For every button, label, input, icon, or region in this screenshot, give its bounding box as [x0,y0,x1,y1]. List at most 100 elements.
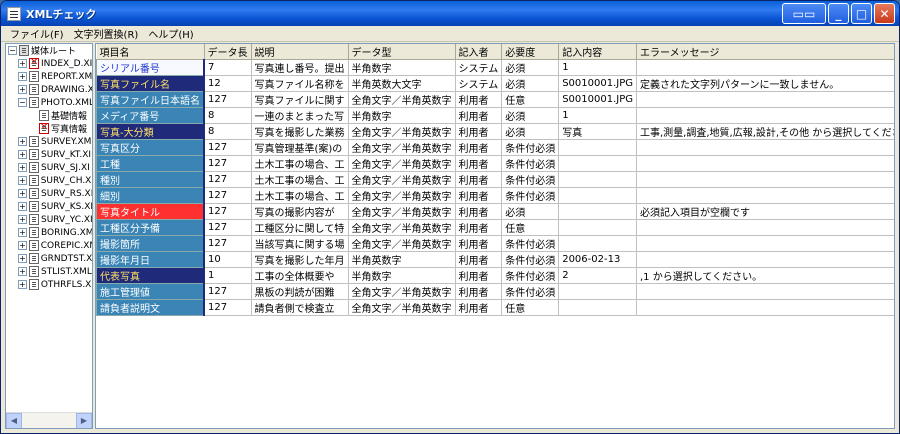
table-cell[interactable]: 条件付必須 [501,187,560,204]
table-cell[interactable]: 条件付必須 [501,171,560,188]
tree-node[interactable]: + SURVEY.XM [6,135,92,148]
item-name-cell[interactable]: 細別 [96,187,205,204]
column-header[interactable]: 必要度 [501,44,560,60]
window-extra-button[interactable]: ▭▭ [782,3,826,24]
item-name-cell[interactable]: メディア番号 [96,107,205,124]
menu-replace[interactable]: 文字列置換(R) [69,26,144,41]
table-cell[interactable]: 全角文字／半角英数字 [348,139,456,156]
table-cell[interactable]: 利用者 [455,235,503,252]
column-header[interactable]: 記入内容 [558,44,637,60]
table-cell[interactable]: 全角文字／半角英数字 [348,171,456,188]
table-row[interactable]: 工種 127 土木工事の場合、工 全角文字／半角英数字 利用者 条件付必須 [96,155,894,172]
column-header[interactable]: データ型 [348,44,456,60]
table-cell[interactable]: 請負者側で検査立 [251,299,349,316]
table-cell[interactable]: 127 [204,155,252,172]
table-cell[interactable] [636,235,894,252]
table-cell[interactable]: 条件付必須 [501,139,560,156]
table-cell[interactable]: 写真ファイル名称を [251,75,349,92]
table-cell[interactable]: 写真管理基準(案)の [251,139,349,156]
tree-node[interactable]: + SURV_YC.XI [6,213,92,226]
table-cell[interactable]: 工事,測量,調査,地質,広報,設計,その他 から選択してください。 [636,123,894,140]
expand-icon[interactable]: + [18,72,27,81]
table-cell[interactable]: 8 [204,123,252,140]
table-row[interactable]: 撮影箇所 127 当該写真に関する場 全角文字／半角英数字 利用者 条件付必須 [96,235,894,252]
table-cell[interactable]: 写真を撮影した業務 [251,123,349,140]
item-name-cell[interactable]: 工種区分予備 [96,219,205,236]
table-cell[interactable]: 2006-02-13 [558,251,637,268]
tree-node[interactable]: + BORING.XM [6,226,92,239]
table-cell[interactable]: 条件付必須 [501,267,560,284]
table-cell[interactable]: 8 [204,107,252,124]
table-cell[interactable] [558,139,637,156]
table-cell[interactable]: 工事の全体概要や [251,267,349,284]
table-cell[interactable] [636,299,894,316]
table-cell[interactable] [636,283,894,300]
table-cell[interactable]: 全角文字／半角英数字 [348,235,456,252]
table-cell[interactable]: 127 [204,235,252,252]
table-cell[interactable]: 利用者 [455,107,503,124]
scroll-left-icon[interactable]: ◀ [6,412,22,428]
table-cell[interactable]: 全角文字／半角英数字 [348,123,456,140]
table-cell[interactable]: 条件付必須 [501,155,560,172]
collapse-icon[interactable]: − [18,98,27,107]
tree-horizontal-scrollbar[interactable]: ◀ ▶ [6,412,92,428]
tree-node[interactable]: + INDEX_D.XI [6,57,92,70]
table-cell[interactable]: 利用者 [455,91,503,108]
table-cell[interactable] [558,155,637,172]
table-cell[interactable]: 黒板の判読が困難 [251,283,349,300]
item-name-cell[interactable]: 写真ファイル名 [96,75,205,92]
table-cell[interactable]: 写真連し番号。提出 [251,59,349,76]
tree-node[interactable]: + SURV_RS.XI [6,187,92,200]
table-cell[interactable]: 土木工事の場合、工 [251,187,349,204]
table-cell[interactable]: 全角文字／半角英数字 [348,203,456,220]
menu-help[interactable]: ヘルプ(H) [143,26,198,41]
table-cell[interactable]: 利用者 [455,251,503,268]
tree-node[interactable]: + SURV_SJ.XI [6,161,92,174]
table-cell[interactable]: 半角英数字 [348,251,456,268]
table-row[interactable]: 写真ファイル名 12 写真ファイル名称を 半角英数大文字 システム 必須 S0010001.… [96,75,894,92]
table-cell[interactable] [636,139,894,156]
tree-node[interactable]: 写真情報 [6,122,92,135]
table-cell[interactable]: 利用者 [455,219,503,236]
table-row[interactable]: 代表写真 1 工事の全体概要や 半角数字 利用者 条件付必須 2,1 から選択してください。 [96,267,894,284]
expand-icon[interactable]: + [18,254,27,263]
table-cell[interactable]: 利用者 [455,171,503,188]
table-cell[interactable] [636,219,894,236]
table-row[interactable]: 写真-大分類 8 写真を撮影した業務 全角文字／半角英数字 利用者 必須 写真 工事,測量,調… [96,123,894,140]
table-cell[interactable]: 12 [204,75,252,92]
item-name-cell[interactable]: 写真-大分類 [96,123,205,140]
column-header[interactable]: エラーメッセージ [636,44,894,60]
table-cell[interactable] [558,203,637,220]
table-cell[interactable] [558,299,637,316]
tree-node[interactable]: + GRNDTST.XI [6,252,92,265]
expand-icon[interactable]: + [18,280,27,289]
tree-node[interactable]: + REPORT.XM [6,70,92,83]
column-header[interactable]: 記入者 [455,44,503,60]
table-cell[interactable]: 全角文字／半角英数字 [348,155,456,172]
table-cell[interactable]: 一連のまとまった写 [251,107,349,124]
table-cell[interactable]: 7 [204,59,252,76]
table-cell[interactable] [558,235,637,252]
column-header[interactable]: データ長 [204,44,252,60]
table-cell[interactable]: 利用者 [455,139,503,156]
table-cell[interactable]: 工種区分に関して特 [251,219,349,236]
tree-node[interactable]: + COREPIC.XM [6,239,92,252]
table-cell[interactable]: 1 [204,267,252,284]
table-cell[interactable]: 条件付必須 [501,251,560,268]
table-cell[interactable]: S0010001.JPG [558,75,637,92]
table-cell[interactable]: 全角文字／半角英数字 [348,283,456,300]
table-cell[interactable]: 半角数字 [348,267,456,284]
table-cell[interactable]: 127 [204,283,252,300]
table-cell[interactable]: 写真 [558,123,637,140]
item-name-cell[interactable]: 代表写真 [96,267,205,284]
table-cell[interactable]: 127 [204,139,252,156]
tree-node[interactable]: + STLIST.XML [6,265,92,278]
expand-icon[interactable]: + [18,189,27,198]
table-row[interactable]: 種別 127 土木工事の場合、工 全角文字／半角英数字 利用者 条件付必須 [96,171,894,188]
table-cell[interactable]: 任意 [501,219,560,236]
table-row[interactable]: 撮影年月日 10 写真を撮影した年月 半角英数字 利用者 条件付必須 2006-02-13 [96,251,894,268]
table-cell[interactable]: 条件付必須 [501,235,560,252]
expand-icon[interactable]: + [18,163,27,172]
item-name-cell[interactable]: 写真区分 [96,139,205,156]
table-cell[interactable] [636,171,894,188]
